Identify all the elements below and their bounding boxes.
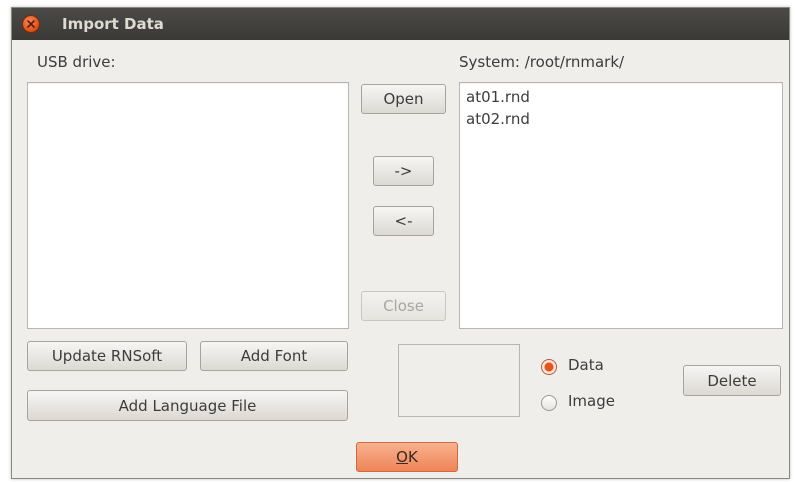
add-font-button[interactable]: Add Font [200, 341, 348, 371]
update-rnsoft-button[interactable]: Update RNSoft [27, 341, 187, 371]
image-radio-label[interactable]: Image [568, 392, 615, 410]
list-item[interactable]: at02.rnd [460, 108, 782, 130]
ok-button[interactable]: OK [356, 442, 458, 472]
title-bar: Import Data [12, 8, 789, 40]
system-file-list[interactable]: at01.rnd at02.rnd [459, 82, 783, 329]
ok-mnemonic: O [396, 448, 408, 466]
window-title: Import Data [62, 15, 164, 33]
close-button[interactable]: Close [361, 291, 446, 321]
usb-drive-label: USB drive: [37, 53, 116, 71]
usb-drive-list[interactable] [27, 82, 349, 329]
system-path-label: System: /root/rnmark/ [459, 53, 625, 71]
data-radio[interactable] [541, 359, 557, 375]
copy-to-system-button[interactable]: -> [373, 156, 434, 186]
import-data-window: Import Data USB drive: Open -> <- Close … [11, 7, 790, 479]
add-language-file-button[interactable]: Add Language File [27, 390, 348, 421]
copy-to-usb-button[interactable]: <- [373, 206, 434, 236]
close-icon [27, 20, 35, 28]
delete-button[interactable]: Delete [683, 365, 781, 396]
ok-label-rest: K [407, 448, 418, 466]
preview-box [398, 344, 520, 417]
list-item[interactable]: at01.rnd [460, 86, 782, 108]
window-close-button[interactable] [23, 16, 39, 32]
data-radio-label[interactable]: Data [568, 356, 604, 374]
open-button[interactable]: Open [361, 84, 446, 114]
image-radio[interactable] [541, 395, 557, 411]
